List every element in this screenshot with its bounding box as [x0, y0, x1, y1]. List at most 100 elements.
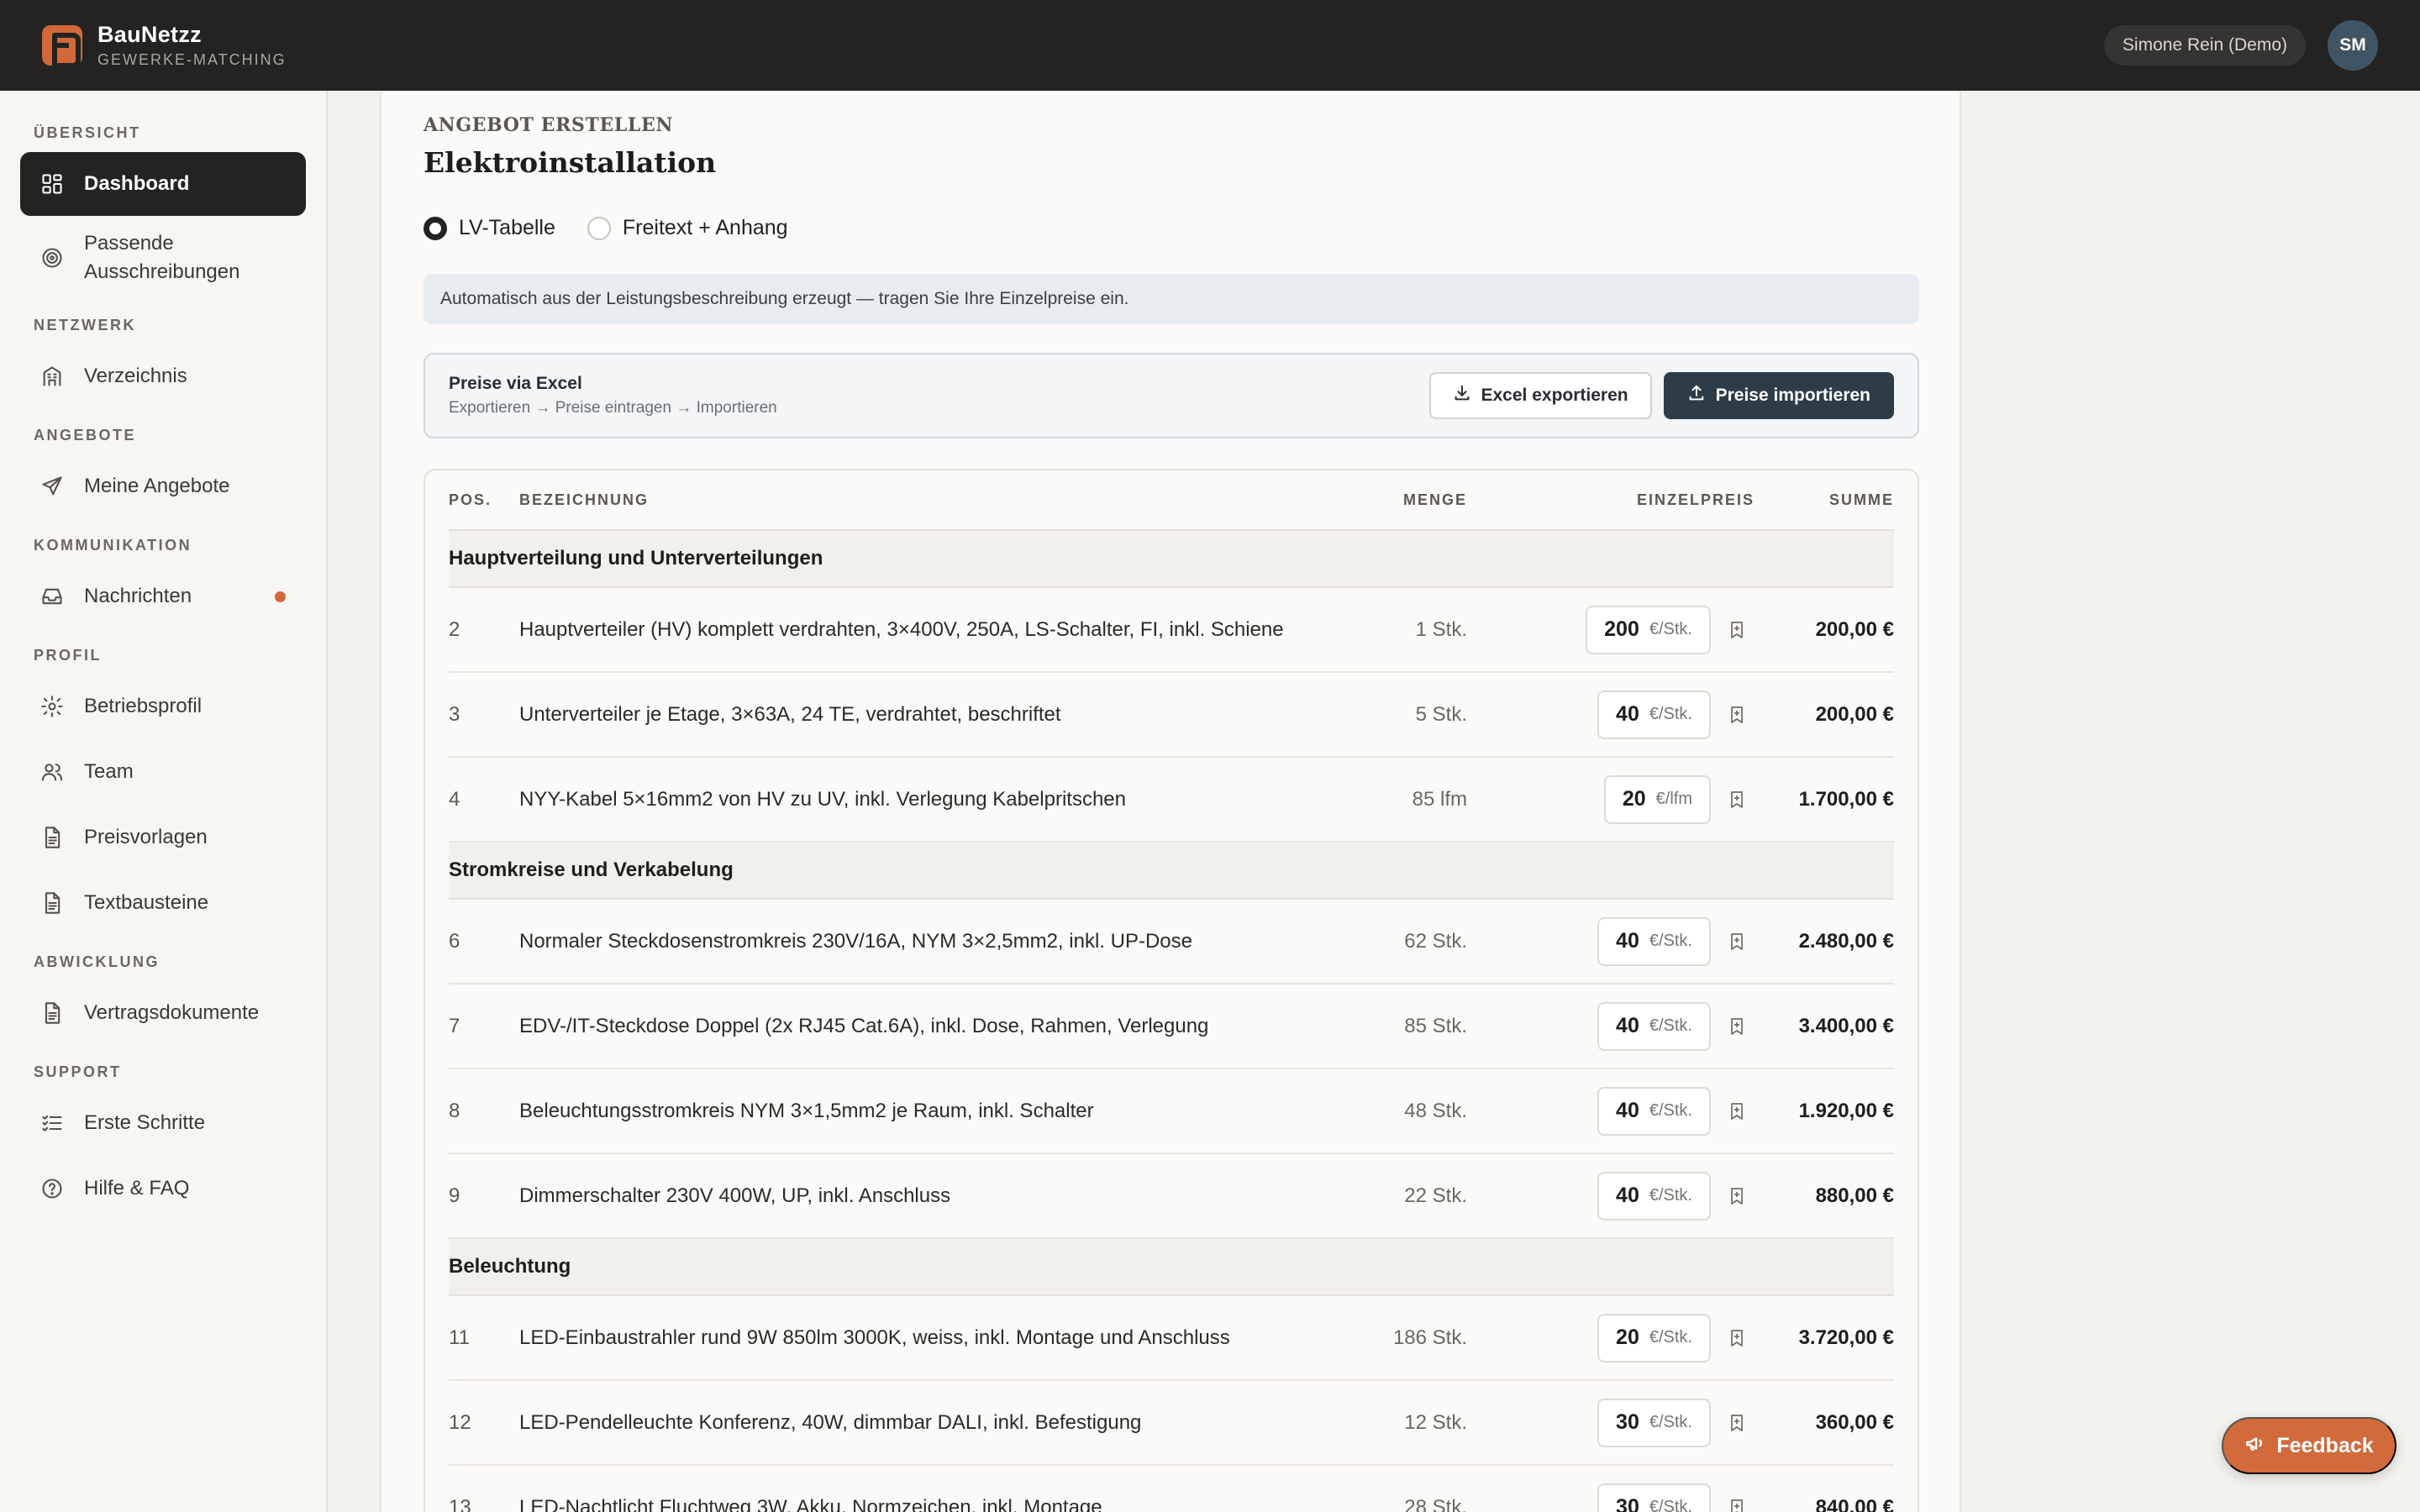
row-description: Dimmerschalter 230V 400W, UP, inkl. Ansc…: [519, 1184, 951, 1207]
logo-icon[interactable]: [42, 25, 82, 68]
mode-radio-freitext[interactable]: Freitext + Anhang: [587, 216, 788, 240]
row-quantity: 48 Stk.: [1404, 1099, 1467, 1122]
excel-export-label: Excel exportieren: [1481, 386, 1628, 405]
unit-price-value[interactable]: 40: [1616, 1184, 1639, 1208]
mode-radio-lv-tabelle[interactable]: LV-Tabelle: [424, 216, 555, 240]
user-name-pill[interactable]: Simone Rein (Demo): [2103, 25, 2306, 66]
sidebar-item-textbausteine[interactable]: Textbausteine: [20, 871, 306, 935]
building-icon: [40, 365, 64, 388]
unit-price-input[interactable]: 30 €/Stk.: [1597, 1398, 1711, 1447]
excel-panel: Preise via Excel Exportieren → Preise ei…: [424, 353, 1919, 438]
row-price-cell: 40 €/Stk.: [1467, 1086, 1754, 1136]
save-template-icon[interactable]: [1726, 790, 1748, 809]
unit-price-input[interactable]: 30 €/Stk.: [1597, 1483, 1711, 1512]
page-eyebrow: ANGEBOT ERSTELLEN: [424, 114, 674, 136]
sidebar-item-passende-ausschreibungen[interactable]: Passende Ausschreibungen: [20, 218, 306, 298]
sidebar-item-betriebsprofil[interactable]: Betriebsprofil: [20, 675, 306, 738]
mode-selector: LV-Tabelle Freitext + Anhang: [424, 216, 1919, 240]
table-row: 2 Hauptverteiler (HV) komplett verdrahten…: [449, 588, 1894, 673]
unit-price-value[interactable]: 40: [1616, 1014, 1639, 1038]
lv-table: POS. BEZEICHNUNG MENGE EINZELPREIS SUMME…: [424, 469, 1919, 1512]
unread-dot: [275, 591, 286, 602]
unit-price-unit: €/Stk.: [1649, 620, 1692, 638]
unit-price-input[interactable]: 40 €/Stk.: [1597, 1001, 1711, 1051]
radio-checked-icon[interactable]: [424, 216, 447, 240]
unit-price-input[interactable]: 40 €/Stk.: [1597, 690, 1711, 739]
unit-price-value[interactable]: 40: [1616, 1099, 1639, 1123]
offer-card: ANGEBOT ERSTELLEN Elektroinstallation LV…: [380, 91, 1961, 1512]
row-pos: 9: [449, 1184, 460, 1207]
unit-price-unit: €/Stk.: [1649, 932, 1692, 950]
row-pos: 11: [449, 1326, 470, 1349]
unit-price-input[interactable]: 40 €/Stk.: [1597, 916, 1711, 966]
row-sum: 2.480,00 €: [1798, 929, 1894, 953]
save-template-icon[interactable]: [1726, 706, 1748, 724]
row-price-cell: 20 €/lfm: [1467, 774, 1754, 824]
sidebar-item-nachrichten[interactable]: Nachrichten: [20, 564, 306, 628]
save-template-icon[interactable]: [1726, 1329, 1748, 1347]
feedback-button[interactable]: Feedback: [2222, 1417, 2396, 1474]
save-template-icon[interactable]: [1726, 1102, 1748, 1121]
unit-price-input[interactable]: 20 €/lfm: [1603, 774, 1711, 824]
row-sum: 1.920,00 €: [1798, 1099, 1894, 1122]
save-template-icon[interactable]: [1726, 1017, 1748, 1036]
sidebar-item-meine-angebote[interactable]: Meine Angebote: [20, 454, 306, 518]
save-template-icon[interactable]: [1726, 1414, 1748, 1432]
row-sum: 3.400,00 €: [1798, 1014, 1894, 1037]
sidebar-item-team[interactable]: Team: [20, 740, 306, 804]
table-header: POS. BEZEICHNUNG MENGE EINZELPREIS SUMME: [449, 470, 1894, 531]
row-description: LED-Nachtlicht Fluchtweg 3W, Akku, Normz…: [519, 1495, 1102, 1512]
unit-price-input[interactable]: 40 €/Stk.: [1597, 1086, 1711, 1136]
row-quantity: 85 lfm: [1412, 787, 1467, 811]
sidebar-item-label: Nachrichten: [84, 585, 192, 607]
avatar[interactable]: SM: [2328, 20, 2378, 71]
row-price-cell: 40 €/Stk.: [1467, 916, 1754, 966]
row-sum: 880,00 €: [1815, 1184, 1894, 1207]
row-quantity: 186 Stk.: [1392, 1326, 1467, 1349]
excel-export-button[interactable]: Excel exportieren: [1428, 372, 1652, 419]
row-quantity: 5 Stk.: [1415, 702, 1467, 726]
table-row: 11 LED-Einbaustrahler rund 9W 850lm 3000K…: [449, 1296, 1894, 1381]
mode-label: LV-Tabelle: [459, 216, 555, 239]
row-description: EDV-/IT-Steckdose Doppel (2x RJ45 Cat.6A…: [519, 1014, 1209, 1037]
table-group-header: Beleuchtung: [449, 1239, 1894, 1296]
topbar-right: Simone Rein (Demo) SM: [2103, 20, 2378, 71]
unit-price-value[interactable]: 20: [1623, 787, 1646, 811]
save-template-icon[interactable]: [1726, 932, 1748, 951]
row-sum: 840,00 €: [1815, 1495, 1894, 1512]
save-template-icon[interactable]: [1726, 621, 1748, 639]
unit-price-input[interactable]: 20 €/Stk.: [1597, 1313, 1711, 1362]
unit-price-unit: €/Stk.: [1649, 1498, 1692, 1512]
top-bar: BauNetzz GEWERKE-MATCHING Simone Rein (D…: [0, 0, 2420, 91]
row-pos: 6: [449, 929, 460, 953]
unit-price-value[interactable]: 30: [1616, 1410, 1639, 1435]
unit-price-value[interactable]: 200: [1604, 617, 1639, 642]
sidebar-item-vertragsdokumente[interactable]: Vertragsdokumente: [20, 981, 306, 1045]
save-template-icon[interactable]: [1726, 1187, 1748, 1205]
sidebar-item-hilfe-faq[interactable]: Hilfe & FAQ: [20, 1157, 306, 1221]
prices-import-button[interactable]: Preise importieren: [1663, 372, 1894, 419]
radio-unchecked-icon[interactable]: [587, 216, 611, 240]
nav-section-title: SUPPORT: [34, 1063, 122, 1080]
row-sum: 360,00 €: [1815, 1410, 1894, 1434]
save-template-icon[interactable]: [1726, 1499, 1748, 1512]
row-price-cell: 40 €/Stk.: [1467, 1001, 1754, 1051]
unit-price-value[interactable]: 40: [1616, 702, 1639, 727]
header-desc: BEZEICHNUNG: [519, 491, 650, 508]
inbox-icon: [40, 585, 64, 608]
row-pos: 2: [449, 617, 460, 641]
row-pos: 12: [449, 1410, 471, 1434]
unit-price-value[interactable]: 40: [1616, 929, 1639, 953]
unit-price-value[interactable]: 30: [1616, 1495, 1639, 1512]
header-qty: MENGE: [1402, 491, 1467, 508]
sidebar-item-verzeichnis[interactable]: Verzeichnis: [20, 344, 306, 408]
unit-price-input[interactable]: 200 €/Stk.: [1586, 605, 1711, 654]
sidebar-item-preisvorlagen[interactable]: Preisvorlagen: [20, 806, 306, 869]
unit-price-value[interactable]: 20: [1616, 1326, 1639, 1350]
unit-price-input[interactable]: 40 €/Stk.: [1597, 1171, 1711, 1221]
row-price-cell: 20 €/Stk.: [1467, 1313, 1754, 1362]
row-sum: 1.700,00 €: [1798, 787, 1894, 811]
sidebar-item-dashboard[interactable]: Dashboard: [20, 152, 306, 216]
sidebar-item-erste-schritte[interactable]: Erste Schritte: [20, 1091, 306, 1155]
